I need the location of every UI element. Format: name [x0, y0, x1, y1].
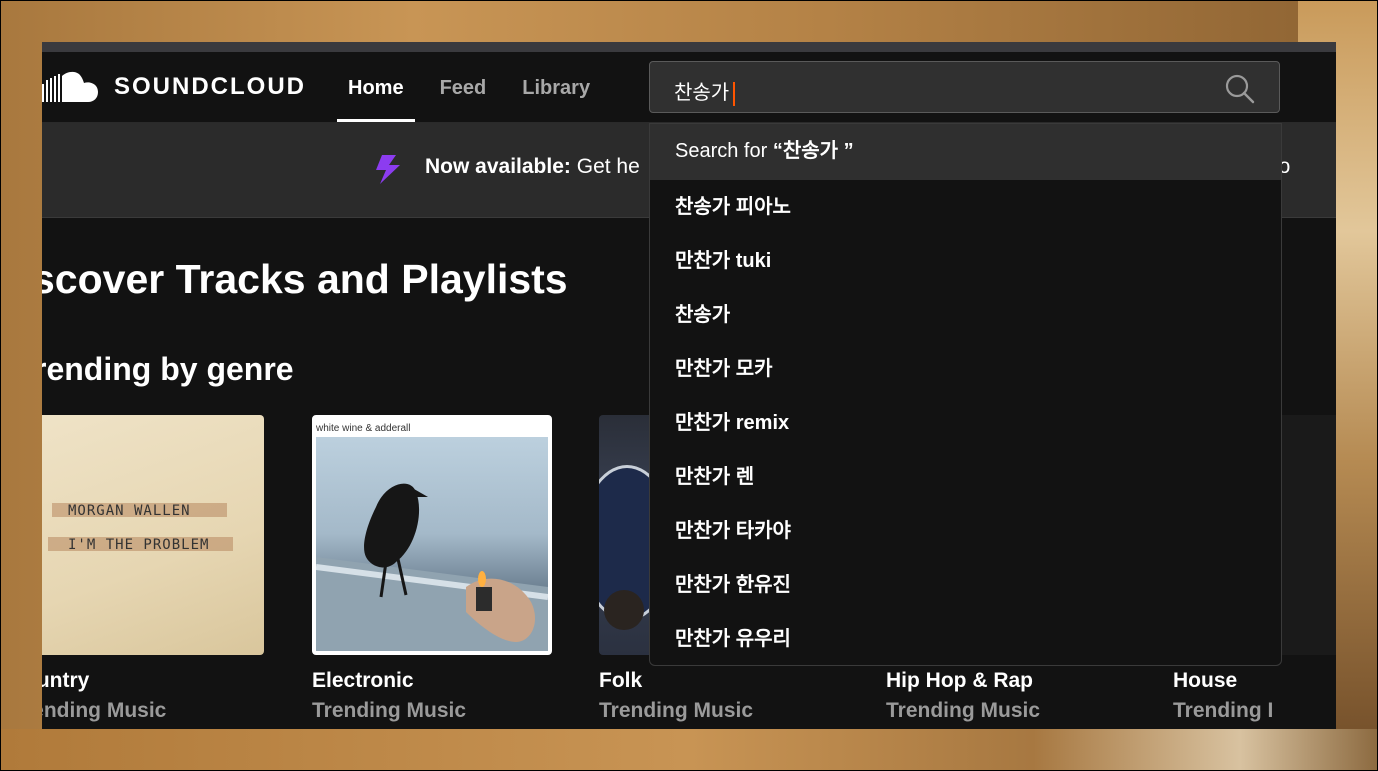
suggestion-item[interactable]: 만찬가 한유진	[650, 558, 1281, 612]
suggestion-item[interactable]: 만찬가 remix	[650, 396, 1281, 450]
banner-text: Now available: Get he	[425, 155, 640, 178]
suggestion-item[interactable]: 만찬가 렌	[650, 450, 1281, 504]
desktop-wallpaper-bottom	[0, 729, 1378, 771]
portrait-graphic	[604, 590, 644, 630]
section-title: rending by genre	[42, 351, 294, 387]
card-title[interactable]: Folk	[599, 669, 839, 693]
page-title: scover Tracks and Playlists	[42, 256, 568, 302]
card-subtitle: Trending Music	[886, 699, 1041, 722]
search-input[interactable]: 찬송가	[649, 61, 1280, 113]
browser-top-strip	[42, 42, 1336, 52]
card-title[interactable]: ountry	[42, 669, 264, 693]
card-subtitle: Trending Music	[599, 699, 754, 722]
nav-home[interactable]: Home	[337, 52, 415, 122]
photo	[315, 437, 549, 651]
soundcloud-window: SOUNDCLOUD Home Feed Library 찬송가 Now ava…	[42, 42, 1336, 729]
art-text-artist: MORGAN WALLEN	[68, 503, 191, 519]
suggestion-item[interactable]: 만찬가 타카야	[650, 504, 1281, 558]
soundcloud-cloud-icon	[42, 71, 98, 102]
suggestion-item[interactable]: 찬송가 피아노	[650, 180, 1281, 234]
suggestion-item[interactable]: 찬송가	[650, 288, 1281, 342]
card-title[interactable]: Electronic	[312, 669, 552, 693]
header: SOUNDCLOUD Home Feed Library 찬송가	[42, 52, 1336, 123]
genre-card-country[interactable]: MORGAN WALLEN I'M THE PROBLEM ountry ren…	[42, 415, 264, 723]
album-art[interactable]: MORGAN WALLEN I'M THE PROBLEM	[42, 415, 264, 655]
nav-feed[interactable]: Feed	[429, 52, 498, 122]
art-text-title: I'M THE PROBLEM	[68, 537, 210, 553]
text-caret	[733, 81, 736, 106]
card-title[interactable]: Hip Hop & Rap	[886, 669, 1126, 693]
card-title[interactable]: House	[1173, 669, 1336, 693]
search-value: 찬송가	[674, 76, 736, 106]
search-for-option[interactable]: Search for “찬송가 ”	[650, 124, 1281, 180]
soundcloud-logo[interactable]: SOUNDCLOUD	[42, 70, 306, 104]
art-caption: white wine & adderall	[316, 423, 411, 434]
card-subtitle: Trending Music	[312, 699, 467, 722]
crow-photo-graphic	[315, 483, 549, 651]
logo-text: SOUNDCLOUD	[114, 73, 306, 100]
album-art[interactable]: white wine & adderall	[312, 415, 552, 655]
genre-card-electronic[interactable]: white wine & adderall Electronic Trendin…	[312, 415, 552, 723]
search-icon[interactable]	[1225, 74, 1255, 104]
main-nav: Home Feed Library	[337, 52, 615, 122]
search-suggestions-dropdown: Search for “찬송가 ” 찬송가 피아노 만찬가 tuki 찬송가 만…	[649, 123, 1282, 666]
suggestion-item[interactable]: 만찬가 tuki	[650, 234, 1281, 288]
card-subtitle: Trending I	[1173, 699, 1274, 722]
lightning-icon	[376, 155, 400, 184]
nav-library[interactable]: Library	[511, 52, 601, 122]
card-subtitle: rending Music	[42, 699, 167, 722]
suggestion-item[interactable]: 만찬가 모카	[650, 342, 1281, 396]
suggestion-item[interactable]: 만찬가 유우리	[650, 612, 1281, 665]
